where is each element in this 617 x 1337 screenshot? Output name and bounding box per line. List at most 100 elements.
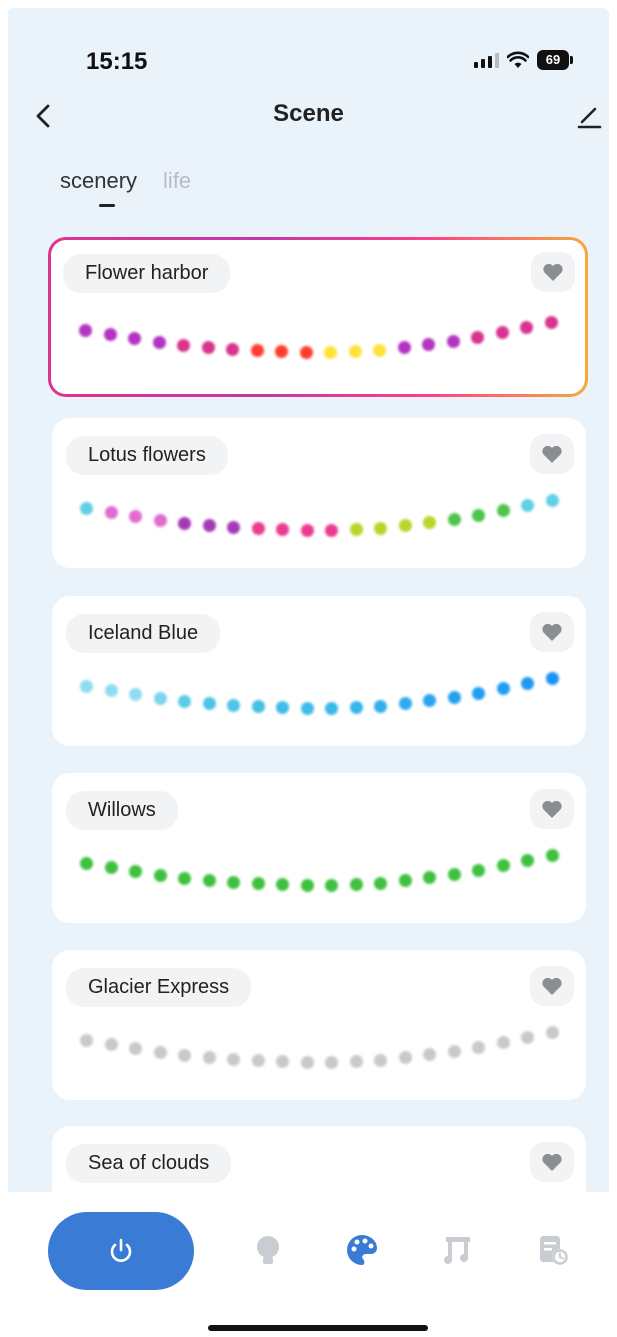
nav-scene[interactable] <box>344 1232 380 1268</box>
bottom-nav <box>8 1192 609 1337</box>
color-dot <box>178 516 192 530</box>
color-dot <box>202 518 216 532</box>
color-dot <box>104 861 118 875</box>
color-dot <box>398 1051 412 1065</box>
color-dot <box>520 321 534 335</box>
heart-icon <box>542 977 562 995</box>
color-dot <box>153 513 167 527</box>
color-dot <box>103 328 117 342</box>
color-dot <box>349 1055 363 1069</box>
home-indicator <box>208 1325 428 1331</box>
color-dot <box>276 523 290 537</box>
color-dot <box>299 345 313 359</box>
color-dot <box>300 878 314 892</box>
color-dot <box>348 345 362 359</box>
color-dot <box>472 863 486 877</box>
color-dot <box>546 1025 559 1039</box>
color-dot <box>496 859 510 873</box>
palette-icon <box>347 1235 377 1265</box>
color-dot <box>521 1031 535 1045</box>
favorite-button[interactable] <box>530 789 574 829</box>
heart-icon <box>542 800 562 818</box>
color-dot <box>129 688 143 702</box>
scene-card[interactable]: Flower harbor <box>48 237 588 397</box>
color-dot <box>276 1055 290 1069</box>
nav-schedule[interactable] <box>535 1232 571 1268</box>
color-dot <box>471 330 485 344</box>
color-dot <box>521 854 535 868</box>
nav-music[interactable] <box>440 1232 476 1268</box>
color-dot <box>546 671 559 685</box>
color-dot <box>300 701 314 715</box>
color-dot <box>472 508 486 522</box>
color-dot <box>128 332 142 346</box>
color-dot <box>202 1050 216 1064</box>
color-dot <box>374 521 388 535</box>
color-dot <box>349 701 363 715</box>
color-dot <box>201 340 215 354</box>
color-dot <box>251 700 265 714</box>
color-dot <box>226 342 240 356</box>
color-dot <box>496 682 510 696</box>
favorite-button[interactable] <box>530 966 574 1006</box>
color-dot <box>397 341 411 355</box>
color-dot <box>521 677 535 691</box>
phone-screen: 15:15 69 Scene scenery life Flower harbo… <box>8 8 609 1337</box>
scene-card[interactable]: Lotus flowers <box>52 418 586 568</box>
heart-icon <box>542 445 562 463</box>
color-dot <box>398 519 412 533</box>
favorite-button[interactable] <box>530 1142 574 1182</box>
scene-name: Sea of clouds <box>66 1144 232 1183</box>
color-dot <box>325 878 339 892</box>
favorite-button[interactable] <box>530 434 574 474</box>
color-dot <box>275 345 289 359</box>
color-dot <box>178 694 192 708</box>
color-dot <box>374 699 388 713</box>
heart-icon <box>542 1153 562 1171</box>
color-dot <box>398 697 412 711</box>
scene-name: Willows <box>66 791 178 830</box>
scene-card[interactable]: Willows <box>52 773 586 923</box>
color-dot <box>129 1042 143 1056</box>
color-dot <box>374 876 388 890</box>
color-dot <box>324 345 338 359</box>
color-dot <box>325 701 339 715</box>
color-dot <box>152 335 166 349</box>
color-dot <box>325 1055 339 1069</box>
color-dot <box>423 871 437 885</box>
scene-card[interactable]: Glacier Express <box>52 950 586 1100</box>
color-dot <box>300 523 314 537</box>
color-dot <box>80 679 93 693</box>
color-dot <box>447 690 461 704</box>
color-dot <box>472 686 486 700</box>
color-dot <box>496 1036 510 1050</box>
color-dot <box>104 684 118 698</box>
favorite-button[interactable] <box>531 252 575 292</box>
nav-light[interactable] <box>250 1232 286 1268</box>
scene-name: Iceland Blue <box>66 614 221 653</box>
color-dot <box>104 1038 118 1052</box>
color-dot <box>251 877 265 891</box>
color-dot <box>472 1040 486 1054</box>
favorite-button[interactable] <box>530 612 574 652</box>
color-dot <box>349 878 363 892</box>
color-dot <box>447 1044 461 1058</box>
color-dot <box>422 338 436 352</box>
color-dot <box>423 694 437 708</box>
color-dot <box>300 1055 314 1069</box>
bulb-icon <box>257 1236 279 1264</box>
color-dot <box>373 343 387 357</box>
color-dot <box>521 499 535 513</box>
color-dot <box>153 1045 167 1059</box>
color-dot <box>325 523 339 537</box>
scene-card[interactable]: Sea of clouds <box>52 1126 586 1193</box>
power-button[interactable] <box>48 1212 194 1290</box>
color-dot <box>495 326 509 340</box>
color-dot <box>227 875 241 889</box>
color-dot <box>349 523 363 537</box>
scene-card[interactable]: Iceland Blue <box>52 596 586 746</box>
color-dot <box>276 878 290 892</box>
color-dot <box>374 1053 388 1067</box>
color-dot <box>546 493 559 507</box>
heart-icon <box>542 623 562 641</box>
